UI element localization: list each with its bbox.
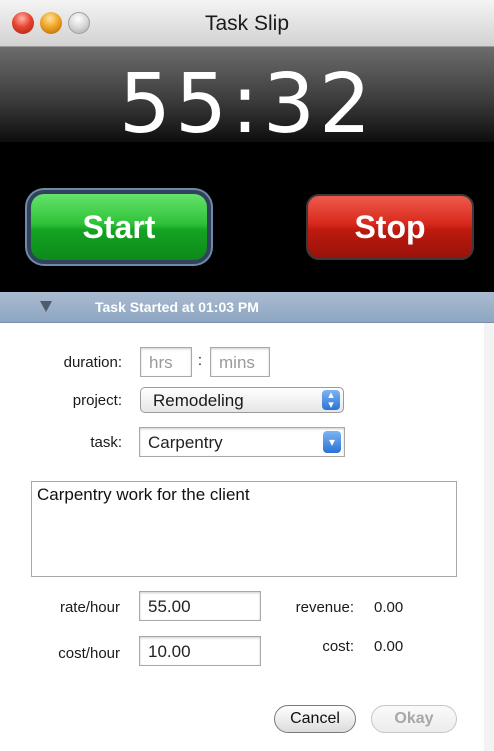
- rate-hour-label: rate/hour: [59, 599, 120, 616]
- cancel-button[interactable]: Cancel: [274, 705, 356, 733]
- project-select[interactable]: Remodeling ▴ ▾: [140, 387, 344, 413]
- hours-placeholder: hrs: [149, 353, 173, 372]
- cost-hour-input[interactable]: 10.00: [139, 636, 261, 666]
- stop-button[interactable]: Stop: [306, 194, 474, 260]
- start-button[interactable]: Start: [31, 194, 207, 260]
- revenue-label: revenue:: [295, 599, 354, 616]
- task-value: Carpentry: [148, 433, 223, 452]
- disclosure-triangle-icon[interactable]: [40, 301, 52, 312]
- window-title: Task Slip: [204, 12, 290, 35]
- task-slip-window: Task Slip 55:32 Start Stop Task Started …: [0, 0, 494, 751]
- dropdown-arrow-icon[interactable]: ▾: [323, 431, 341, 453]
- rate-hour-input[interactable]: 55.00: [139, 591, 261, 621]
- project-selected-value: Remodeling: [153, 391, 244, 410]
- task-started-label: Task Started at 01:03 PM: [95, 299, 259, 315]
- task-label: task:: [90, 434, 122, 451]
- timer-panel: 55:32 Start Stop: [0, 47, 494, 292]
- duration-separator: :: [197, 352, 203, 369]
- updown-arrows-icon: ▴ ▾: [322, 390, 340, 411]
- task-details-disclosure[interactable]: Task Started at 01:03 PM: [0, 292, 494, 323]
- timer-display: 55:32: [118, 57, 376, 152]
- cost-hour-label: cost/hour: [58, 645, 120, 662]
- minutes-input[interactable]: mins: [210, 347, 270, 377]
- rate-hour-value: 55.00: [148, 597, 191, 616]
- window-right-edge: [484, 323, 494, 751]
- cost-hour-value: 10.00: [148, 642, 191, 661]
- revenue-value: 0.00: [374, 599, 404, 616]
- project-label: project:: [72, 392, 122, 409]
- minutes-placeholder: mins: [219, 353, 255, 372]
- hours-input[interactable]: hrs: [140, 347, 192, 377]
- task-combobox[interactable]: Carpentry ▾: [139, 427, 345, 457]
- notes-textarea[interactable]: Carpentry work for the client: [31, 481, 457, 577]
- title-bar[interactable]: Task Slip: [0, 0, 494, 47]
- okay-button[interactable]: Okay: [371, 705, 457, 733]
- task-details-panel: duration: hrs : mins project: Remodeling…: [0, 323, 494, 751]
- duration-label: duration:: [63, 354, 122, 371]
- cost-value: 0.00: [374, 638, 404, 655]
- notes-text: Carpentry work for the client: [37, 485, 250, 504]
- cost-label: cost:: [322, 638, 354, 655]
